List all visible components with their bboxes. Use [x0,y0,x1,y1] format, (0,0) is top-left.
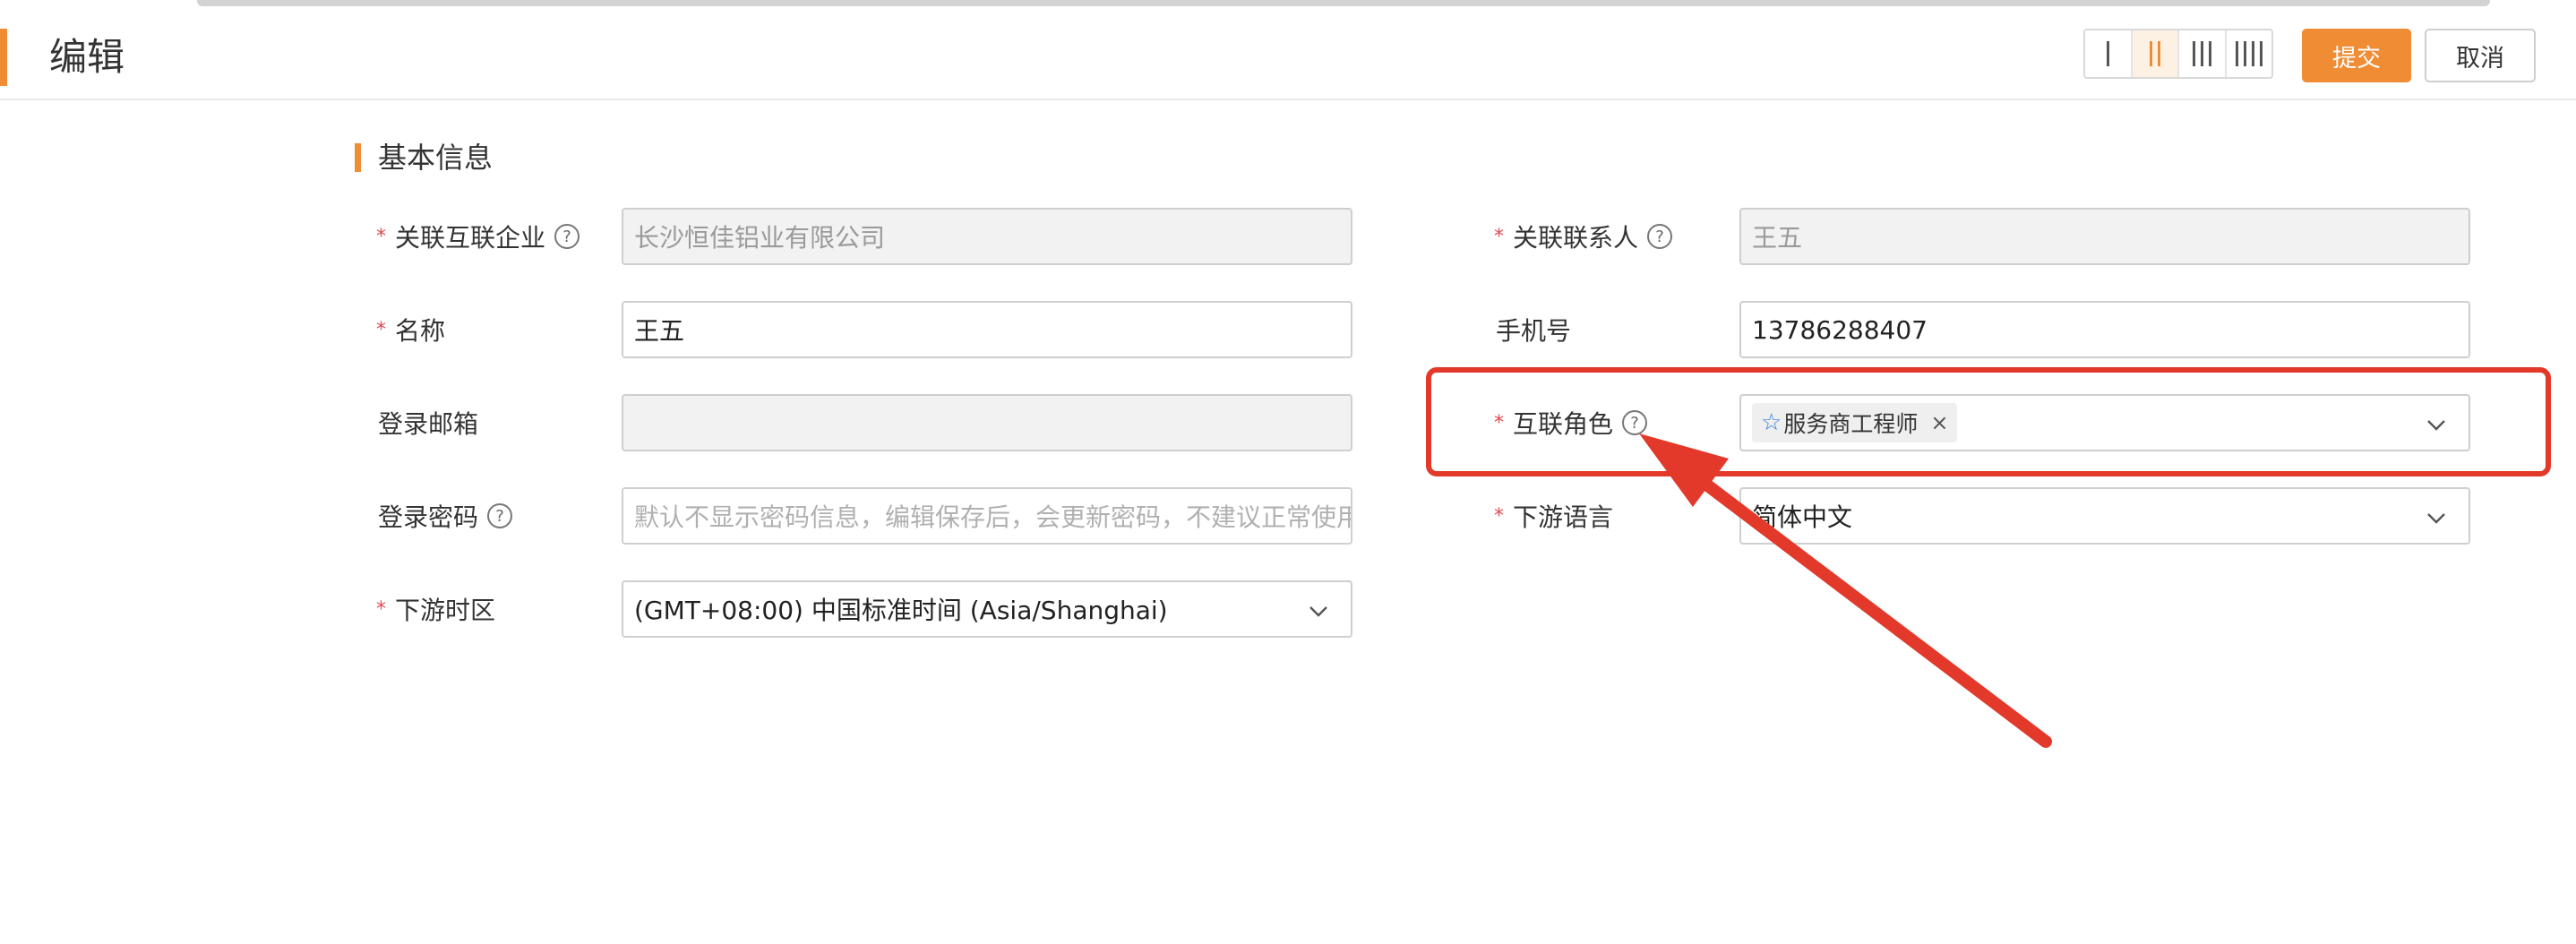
arrow-annotation [1639,433,2052,748]
edit-page: 编辑 提交 取消 基本信息 * 关联互联企业 ? 长沙恒佳铝业有限公司 * 关联… [0,0,2576,944]
